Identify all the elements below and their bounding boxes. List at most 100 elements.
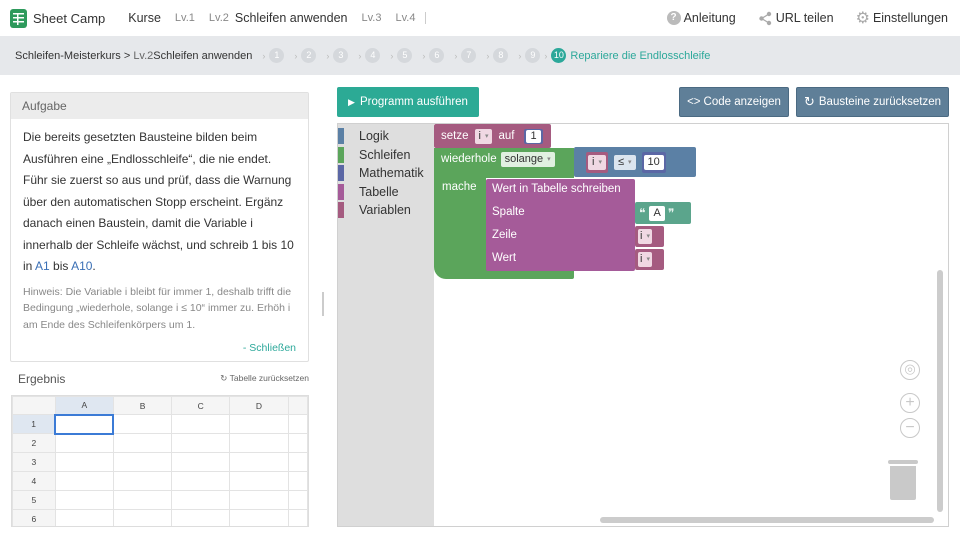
- set-variable-dropdown[interactable]: i: [474, 128, 493, 144]
- row-header[interactable]: 5: [12, 490, 56, 510]
- brand[interactable]: Sheet Camp: [10, 8, 105, 28]
- spreadsheet-grid[interactable]: ABCD 123456: [11, 395, 309, 527]
- toolbox-category[interactable]: Logik: [338, 127, 434, 146]
- grid-cell[interactable]: [171, 433, 231, 453]
- block-workspace[interactable]: Logik Schleifen Mathematik Tabelle Variablen…: [337, 123, 949, 527]
- nav-lv3[interactable]: Lv.3: [361, 12, 381, 24]
- grid-cell[interactable]: [171, 471, 231, 491]
- grid-corner[interactable]: [12, 396, 56, 415]
- grid-cell[interactable]: [287, 433, 308, 453]
- grid-cell[interactable]: [54, 509, 114, 526]
- nav-lv2[interactable]: Lv.2: [209, 12, 229, 24]
- grid-cell[interactable]: [54, 471, 114, 491]
- grid-cell[interactable]: [229, 471, 289, 491]
- grid-cell[interactable]: [112, 509, 173, 526]
- grid-cell[interactable]: [171, 509, 231, 526]
- reset-blocks-button[interactable]: ↻ Bausteine zurücksetzen: [796, 87, 949, 117]
- column-header[interactable]: A: [54, 396, 114, 415]
- recenter-icon[interactable]: ◎: [900, 360, 920, 380]
- grid-cell[interactable]: [54, 433, 114, 453]
- grid-cell[interactable]: [171, 452, 231, 472]
- grid-cell[interactable]: [112, 471, 173, 491]
- row-header[interactable]: 2: [12, 433, 56, 453]
- nav-lv1[interactable]: Lv.1: [175, 12, 195, 24]
- share-icon: [758, 11, 771, 25]
- repeat-mode-dropdown[interactable]: solange: [500, 151, 555, 167]
- grid-cell[interactable]: [54, 452, 114, 472]
- nav-courses[interactable]: Kurse: [128, 11, 161, 25]
- grid-cell[interactable]: [229, 509, 289, 526]
- task-text-end: .: [92, 259, 96, 273]
- row-header[interactable]: 6: [12, 509, 56, 526]
- help-link[interactable]: ? Anleitung: [666, 11, 736, 25]
- compare-value[interactable]: 10: [643, 154, 664, 170]
- grid-cell[interactable]: [287, 509, 308, 526]
- grid-cell[interactable]: [229, 490, 289, 510]
- set-value-field[interactable]: 1: [524, 128, 543, 144]
- row-variable-block[interactable]: i: [635, 226, 664, 247]
- row-header[interactable]: 3: [12, 452, 56, 472]
- value-variable-dropdown[interactable]: i: [638, 252, 652, 267]
- value-variable-block[interactable]: i: [635, 249, 664, 270]
- compare-operator-dropdown[interactable]: ≤: [613, 154, 636, 170]
- panel-resize-handle[interactable]: [322, 292, 324, 316]
- compare-variable-dropdown[interactable]: i: [588, 154, 606, 170]
- result-header: Ergebnis ↻ Tabelle zurücksetzen: [10, 370, 309, 387]
- zoom-in-icon[interactable]: +: [900, 393, 920, 413]
- share-link[interactable]: URL teilen: [758, 11, 834, 26]
- step-item[interactable]: › 3: [322, 48, 349, 63]
- grid-cell[interactable]: [287, 490, 308, 510]
- step-item[interactable]: › 7: [450, 48, 477, 63]
- grid-cell[interactable]: [171, 414, 231, 434]
- column-header[interactable]: B: [112, 396, 173, 415]
- grid-cell[interactable]: [229, 414, 289, 434]
- grid-cell[interactable]: [54, 413, 115, 435]
- compare-block[interactable]: i ≤ 10: [574, 147, 696, 177]
- grid-cell[interactable]: [287, 414, 308, 434]
- text-literal-block[interactable]: ❝ A ❞: [635, 202, 691, 224]
- grid-cell[interactable]: [287, 452, 308, 472]
- step-active[interactable]: › 10 Repariere die Endlosschleife: [540, 48, 710, 63]
- play-icon: ▶: [348, 96, 355, 107]
- step-item[interactable]: › 4: [354, 48, 381, 63]
- step-item[interactable]: › 2: [290, 48, 317, 63]
- trash-icon[interactable]: [888, 460, 918, 500]
- toolbox-category[interactable]: Tabelle: [338, 183, 434, 202]
- grid-cell[interactable]: [229, 452, 289, 472]
- step-item[interactable]: › 1: [258, 48, 285, 63]
- grid-cell[interactable]: [112, 452, 173, 472]
- show-code-button[interactable]: <> Code anzeigen: [679, 87, 789, 117]
- table-row: 1: [12, 413, 308, 435]
- vertical-scrollbar[interactable]: [937, 270, 943, 512]
- toolbox-category[interactable]: Variablen: [338, 201, 434, 220]
- grid-cell[interactable]: [54, 490, 114, 510]
- grid-cell[interactable]: [287, 471, 308, 491]
- grid-cell[interactable]: [171, 490, 231, 510]
- breadcrumb-course[interactable]: Schleifen-Meisterkurs > Lv.2Schleifen an…: [15, 50, 252, 62]
- nav-lv4[interactable]: Lv.4: [395, 12, 415, 24]
- row-header[interactable]: 4: [12, 471, 56, 491]
- grid-cell[interactable]: [112, 433, 173, 453]
- text-literal-value[interactable]: A: [649, 205, 665, 221]
- column-header[interactable]: C: [171, 396, 231, 415]
- toolbox-category[interactable]: Mathematik: [338, 164, 434, 183]
- grid-cell[interactable]: [229, 433, 289, 453]
- horizontal-scrollbar[interactable]: [600, 517, 934, 523]
- step-item[interactable]: › 9: [514, 48, 541, 63]
- step-item[interactable]: › 6: [418, 48, 445, 63]
- nav-lv2-title[interactable]: Schleifen anwenden: [235, 11, 348, 25]
- row-variable-dropdown[interactable]: i: [638, 229, 652, 244]
- step-item[interactable]: › 8: [482, 48, 509, 63]
- grid-cell[interactable]: [112, 414, 173, 434]
- close-hint-link[interactable]: - Schließen: [23, 338, 296, 360]
- row-header[interactable]: 1: [12, 414, 56, 434]
- zoom-out-icon[interactable]: −: [900, 418, 920, 438]
- settings-link[interactable]: ⚙ Einstellungen: [856, 8, 948, 28]
- run-program-button[interactable]: ▶ Programm ausführen: [337, 87, 479, 117]
- column-header[interactable]: D: [229, 396, 289, 415]
- step-item[interactable]: › 5: [386, 48, 413, 63]
- set-variable-block[interactable]: setze i auf 1: [434, 124, 551, 148]
- grid-cell[interactable]: [112, 490, 173, 510]
- reset-table-button[interactable]: ↻ Tabelle zurücksetzen: [220, 373, 309, 384]
- toolbox-category[interactable]: Schleifen: [338, 146, 434, 165]
